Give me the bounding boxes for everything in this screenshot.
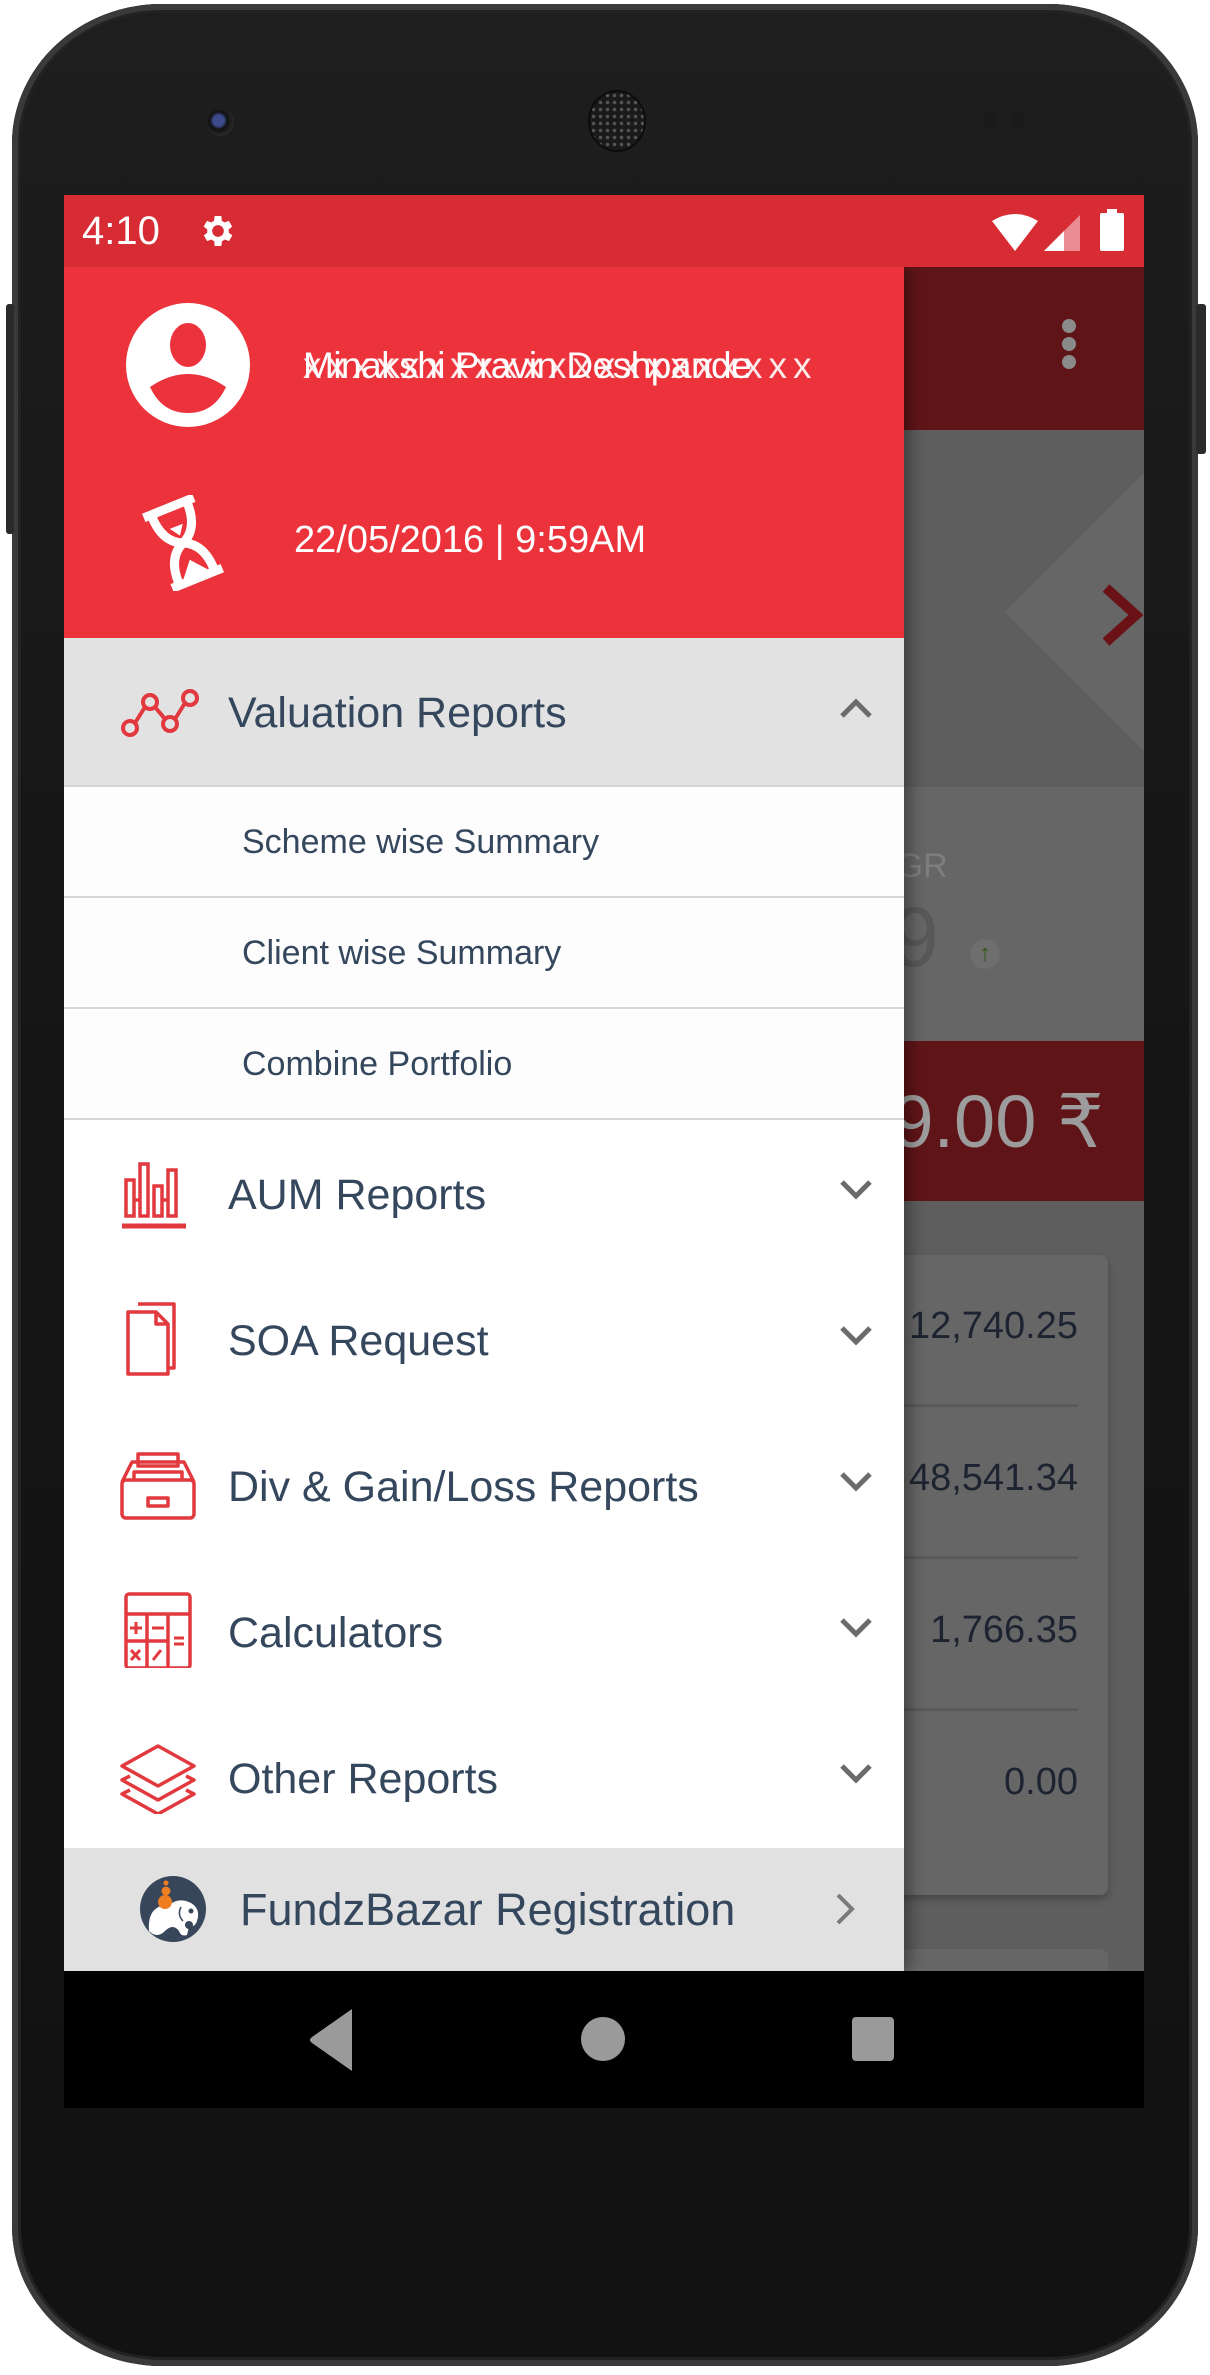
earpiece-speaker: [590, 92, 644, 150]
nav-back-button[interactable]: [308, 2007, 356, 2073]
nav-recents-button[interactable]: [850, 2011, 896, 2067]
account-circle-icon[interactable]: [124, 301, 252, 429]
menu-item-label: Calculators: [228, 1609, 444, 1657]
menu-item-soa-request[interactable]: SOA Request: [64, 1266, 904, 1412]
chevron-down-icon[interactable]: [838, 1178, 874, 1202]
summary-row-value: 12,740.25: [908, 1305, 1078, 1347]
summary-row-value: 48,541.34: [908, 1457, 1078, 1499]
menu-item-label: SOA Request: [228, 1317, 489, 1365]
menu-item-label: AUM Reports: [228, 1171, 487, 1219]
submenu-item-client-wise-summary[interactable]: Client wise Summary: [64, 898, 904, 1009]
line-graph-icon: [120, 678, 200, 748]
user-name-overlay-text: xxxxxxxxxxxxxxxxxxxxx: [303, 345, 818, 386]
status-bar: 4:10: [64, 195, 1144, 267]
drawer-header: Minakshi Pravin Deshpande xxxxxxxxxxxxxx…: [64, 267, 904, 638]
menu-item-other-reports[interactable]: Other Reports: [64, 1704, 904, 1850]
power-button: [6, 304, 14, 534]
bar-chart-icon: [120, 1160, 200, 1230]
nav-home-button[interactable]: [580, 2011, 626, 2067]
last-login-datetime: 22/05/2016 | 9:59AM: [294, 519, 647, 561]
next-arrow-icon[interactable]: [1098, 580, 1144, 650]
more-vert-icon[interactable]: [1062, 319, 1076, 375]
menu-item-label: Div & Gain/Loss Reports: [228, 1463, 699, 1511]
drawer-menu: Valuation Reports Scheme wise Summary Cl…: [64, 638, 904, 1850]
light-sensor: [1010, 112, 1026, 128]
fundzbazar-registration-label: FundzBazar Registration: [240, 1884, 736, 1935]
submenu-item-scheme-wise-summary[interactable]: Scheme wise Summary: [64, 787, 904, 898]
battery-icon: [1100, 209, 1124, 251]
summary-row-value: 0.00: [1004, 1761, 1078, 1803]
chevron-right-icon: [834, 1892, 856, 1926]
cell-signal-icon: [1044, 215, 1082, 251]
documents-icon: [120, 1302, 200, 1376]
phone-screen: 4:10 AGR 9 ↑ 9.00 ₹ 12,740.25 48,541.34 …: [64, 195, 1144, 2108]
chevron-down-icon[interactable]: [838, 1762, 874, 1786]
menu-item-div-gain-loss-reports[interactable]: Div & Gain/Loss Reports: [64, 1412, 904, 1558]
menu-item-valuation-reports[interactable]: Valuation Reports: [64, 638, 904, 787]
wifi-icon: [990, 213, 1040, 253]
settings-gear-icon: [198, 211, 238, 251]
chevron-down-icon[interactable]: [838, 1324, 874, 1348]
arrow-up-icon: ↑: [970, 939, 1000, 969]
fundzbazar-registration-button[interactable]: FundzBazar Registration: [64, 1848, 904, 1971]
chevron-up-icon[interactable]: [838, 696, 874, 720]
menu-item-calculators[interactable]: Calculators: [64, 1558, 904, 1704]
submenu-item-label: Scheme wise Summary: [242, 823, 600, 861]
chevron-down-icon[interactable]: [838, 1616, 874, 1640]
navigation-drawer: Minakshi Pravin Deshpande xxxxxxxxxxxxxx…: [64, 267, 904, 1971]
menu-item-aum-reports[interactable]: AUM Reports: [64, 1120, 904, 1266]
status-time: 4:10: [82, 209, 160, 253]
summary-row-value: 1,766.35: [930, 1609, 1078, 1651]
calculator-icon: [120, 1592, 200, 1668]
fundzbazar-elephant-logo-icon: [139, 1875, 207, 1943]
submenu-item-label: Client wise Summary: [242, 934, 562, 972]
submenu-item-label: Combine Portfolio: [242, 1045, 513, 1083]
chevron-down-icon[interactable]: [838, 1470, 874, 1494]
inbox-tray-icon: [120, 1452, 200, 1522]
submenu-item-combine-portfolio[interactable]: Combine Portfolio: [64, 1009, 904, 1120]
layers-icon: [120, 1744, 200, 1814]
volume-button: [1196, 304, 1206, 454]
total-value: 9.00 ₹: [892, 1080, 1104, 1163]
hourglass-icon: [138, 495, 228, 591]
user-name: Minakshi Pravin Deshpande xxxxxxxxxxxxxx…: [303, 341, 863, 391]
front-camera: [206, 108, 234, 136]
system-navigation-bar: [64, 1971, 1144, 2108]
proximity-sensor: [982, 112, 998, 128]
menu-item-label: Valuation Reports: [228, 689, 567, 737]
menu-item-label: Other Reports: [228, 1755, 499, 1803]
